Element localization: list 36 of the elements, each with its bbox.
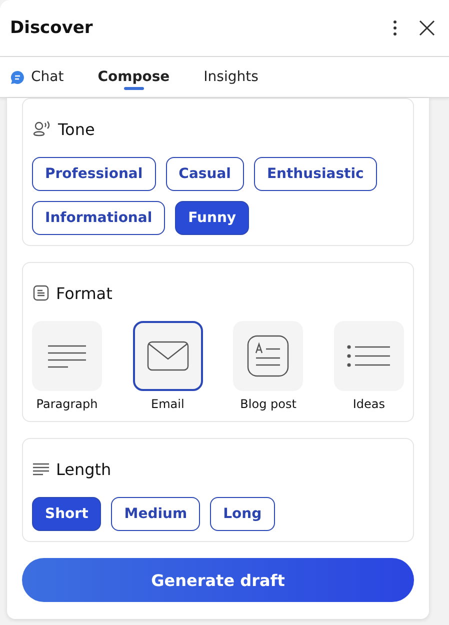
paragraph-icon: [47, 344, 87, 368]
section-title: Length: [56, 460, 112, 478]
tab[interactable]: Insights: [204, 57, 258, 97]
format-label: Ideas: [352, 397, 386, 411]
option-chip[interactable]: Short: [32, 497, 102, 531]
tab[interactable]: Compose: [98, 57, 170, 97]
format-tile[interactable]: [233, 321, 304, 391]
tab[interactable]: Chat: [10, 57, 64, 97]
format-option[interactable]: Ideas: [334, 321, 404, 411]
format-tile[interactable]: [132, 321, 203, 391]
document-icon: [32, 284, 50, 302]
option-chip[interactable]: Informational: [32, 201, 166, 235]
chat-bubble-icon: [10, 70, 25, 84]
format-label: Blog post: [240, 397, 296, 411]
envelope-icon: [146, 341, 189, 371]
panel-title: Discover: [10, 18, 94, 38]
format-option[interactable]: Paragraph: [32, 321, 102, 411]
option-chip[interactable]: Medium: [111, 497, 200, 531]
section-title: Format: [56, 284, 112, 302]
option-chip[interactable]: Funny: [175, 201, 250, 235]
bullet-list-icon: [346, 345, 391, 367]
format-label: Paragraph: [36, 397, 98, 411]
article-icon: [247, 335, 290, 377]
format-option[interactable]: Email: [132, 321, 203, 411]
lines-icon: [32, 462, 50, 476]
option-chip[interactable]: Professional: [32, 157, 156, 191]
format-option[interactable]: Blog post: [233, 321, 304, 411]
generate-button[interactable]: Generate draft: [22, 558, 414, 602]
option-chip[interactable]: Enthusiastic: [254, 157, 377, 191]
option-chip[interactable]: Long: [210, 497, 275, 531]
format-tile[interactable]: [334, 321, 404, 391]
speaker-icon: [32, 119, 52, 139]
format-tile[interactable]: [32, 321, 102, 391]
option-chip[interactable]: Casual: [166, 157, 244, 191]
section-title: Tone: [58, 120, 95, 138]
format-label: Email: [151, 397, 184, 411]
